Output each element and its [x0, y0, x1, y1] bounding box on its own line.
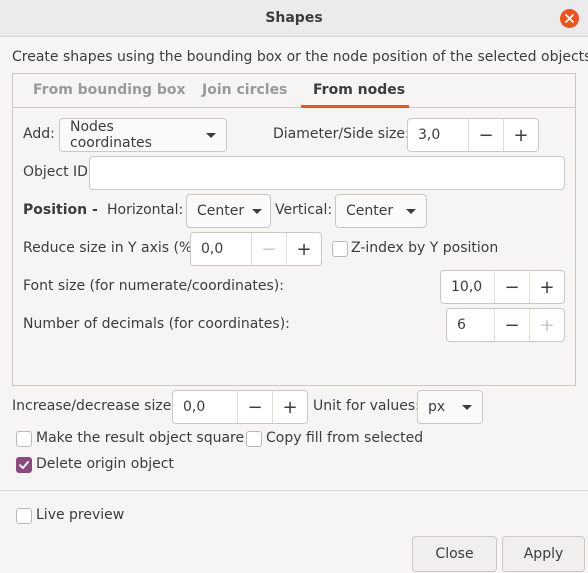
chevron-down-icon — [462, 404, 472, 410]
horizontal-dropdown[interactable]: Center — [186, 194, 271, 228]
add-label: Add: — [23, 126, 55, 142]
font-size-spinner[interactable]: 10,0 − + — [440, 270, 565, 304]
active-tab-indicator — [301, 105, 409, 108]
delete-origin-checkbox[interactable] — [16, 457, 32, 473]
object-id-label: Object ID — [23, 164, 88, 180]
tab-bar: From bounding box Join circles From node… — [13, 74, 575, 108]
diameter-spinner[interactable]: 3,0 − + — [407, 118, 539, 152]
checkmark-icon — [19, 461, 29, 469]
copy-fill-checkbox[interactable] — [246, 431, 262, 447]
diameter-value[interactable]: 3,0 — [408, 127, 468, 143]
chevron-down-icon — [206, 132, 216, 138]
chevron-down-icon — [252, 208, 263, 214]
zindex-label: Z-index by Y position — [351, 240, 499, 256]
zindex-checkbox[interactable] — [332, 241, 348, 257]
copy-fill-label: Copy fill from selected — [266, 430, 424, 446]
decimals-decrement-button[interactable]: − — [494, 309, 529, 341]
live-preview-checkbox[interactable] — [16, 508, 32, 524]
reduce-size-spinner[interactable]: 0,0 − + — [190, 232, 322, 266]
intro-text: Create shapes using the bounding box or … — [12, 49, 588, 65]
close-button-label: Close — [435, 546, 474, 562]
increase-size-value[interactable]: 0,0 — [173, 399, 237, 415]
vertical-value: Center — [346, 203, 394, 219]
window-title: Shapes — [265, 10, 323, 26]
decimals-value[interactable]: 6 — [447, 317, 494, 333]
tab-join-circles[interactable]: Join circles — [202, 74, 287, 108]
increase-size-decrement-button[interactable]: − — [237, 391, 272, 423]
increase-size-label: Increase/decrease size: — [12, 398, 177, 414]
title-bar: Shapes — [0, 0, 588, 37]
unit-dropdown[interactable]: px — [417, 390, 483, 424]
vertical-dropdown[interactable]: Center — [335, 194, 427, 228]
chevron-down-icon — [406, 208, 416, 214]
decimals-label: Number of decimals (for coordinates): — [23, 316, 290, 332]
object-id-input[interactable] — [89, 156, 565, 190]
position-label: Position - — [23, 202, 98, 218]
vertical-label: Vertical: — [275, 202, 333, 218]
close-icon — [565, 14, 574, 23]
reduce-size-label: Reduce size in Y axis (%): — [23, 240, 203, 256]
apply-button-label: Apply — [523, 546, 564, 562]
apply-button[interactable]: Apply — [502, 536, 585, 572]
diameter-decrement-button[interactable]: − — [468, 119, 503, 151]
diameter-increment-button[interactable]: + — [503, 119, 538, 151]
decimals-spinner[interactable]: 6 − + — [446, 308, 565, 342]
close-window-button[interactable] — [560, 9, 579, 28]
tab-from-nodes[interactable]: From nodes — [313, 74, 405, 108]
font-size-decrement-button[interactable]: − — [494, 271, 529, 303]
close-button[interactable]: Close — [412, 536, 497, 572]
decimals-increment-button[interactable]: + — [529, 309, 564, 341]
tab-from-bounding-box[interactable]: From bounding box — [33, 74, 186, 108]
live-preview-label: Live preview — [36, 507, 125, 523]
delete-origin-label: Delete origin object — [36, 456, 174, 472]
horizontal-value: Center — [197, 203, 245, 219]
make-square-checkbox[interactable] — [16, 431, 32, 447]
reduce-size-decrement-button[interactable]: − — [251, 233, 286, 265]
reduce-size-value[interactable]: 0,0 — [191, 241, 251, 257]
footer-separator — [0, 490, 588, 491]
font-size-label: Font size (for numerate/coordinates): — [23, 278, 284, 294]
make-square-label: Make the result object square — [36, 430, 245, 446]
font-size-value[interactable]: 10,0 — [441, 279, 494, 295]
diameter-label: Diameter/Side size: — [273, 126, 410, 142]
reduce-size-increment-button[interactable]: + — [286, 233, 321, 265]
increase-size-spinner[interactable]: 0,0 − + — [172, 390, 308, 424]
increase-size-increment-button[interactable]: + — [272, 391, 307, 423]
horizontal-label: Horizontal: — [107, 202, 184, 218]
font-size-increment-button[interactable]: + — [529, 271, 564, 303]
unit-value: px — [428, 399, 446, 415]
unit-label: Unit for values: — [313, 398, 420, 414]
add-type-dropdown[interactable]: Nodes coordinates — [59, 118, 227, 152]
add-type-value: Nodes coordinates — [70, 119, 152, 151]
